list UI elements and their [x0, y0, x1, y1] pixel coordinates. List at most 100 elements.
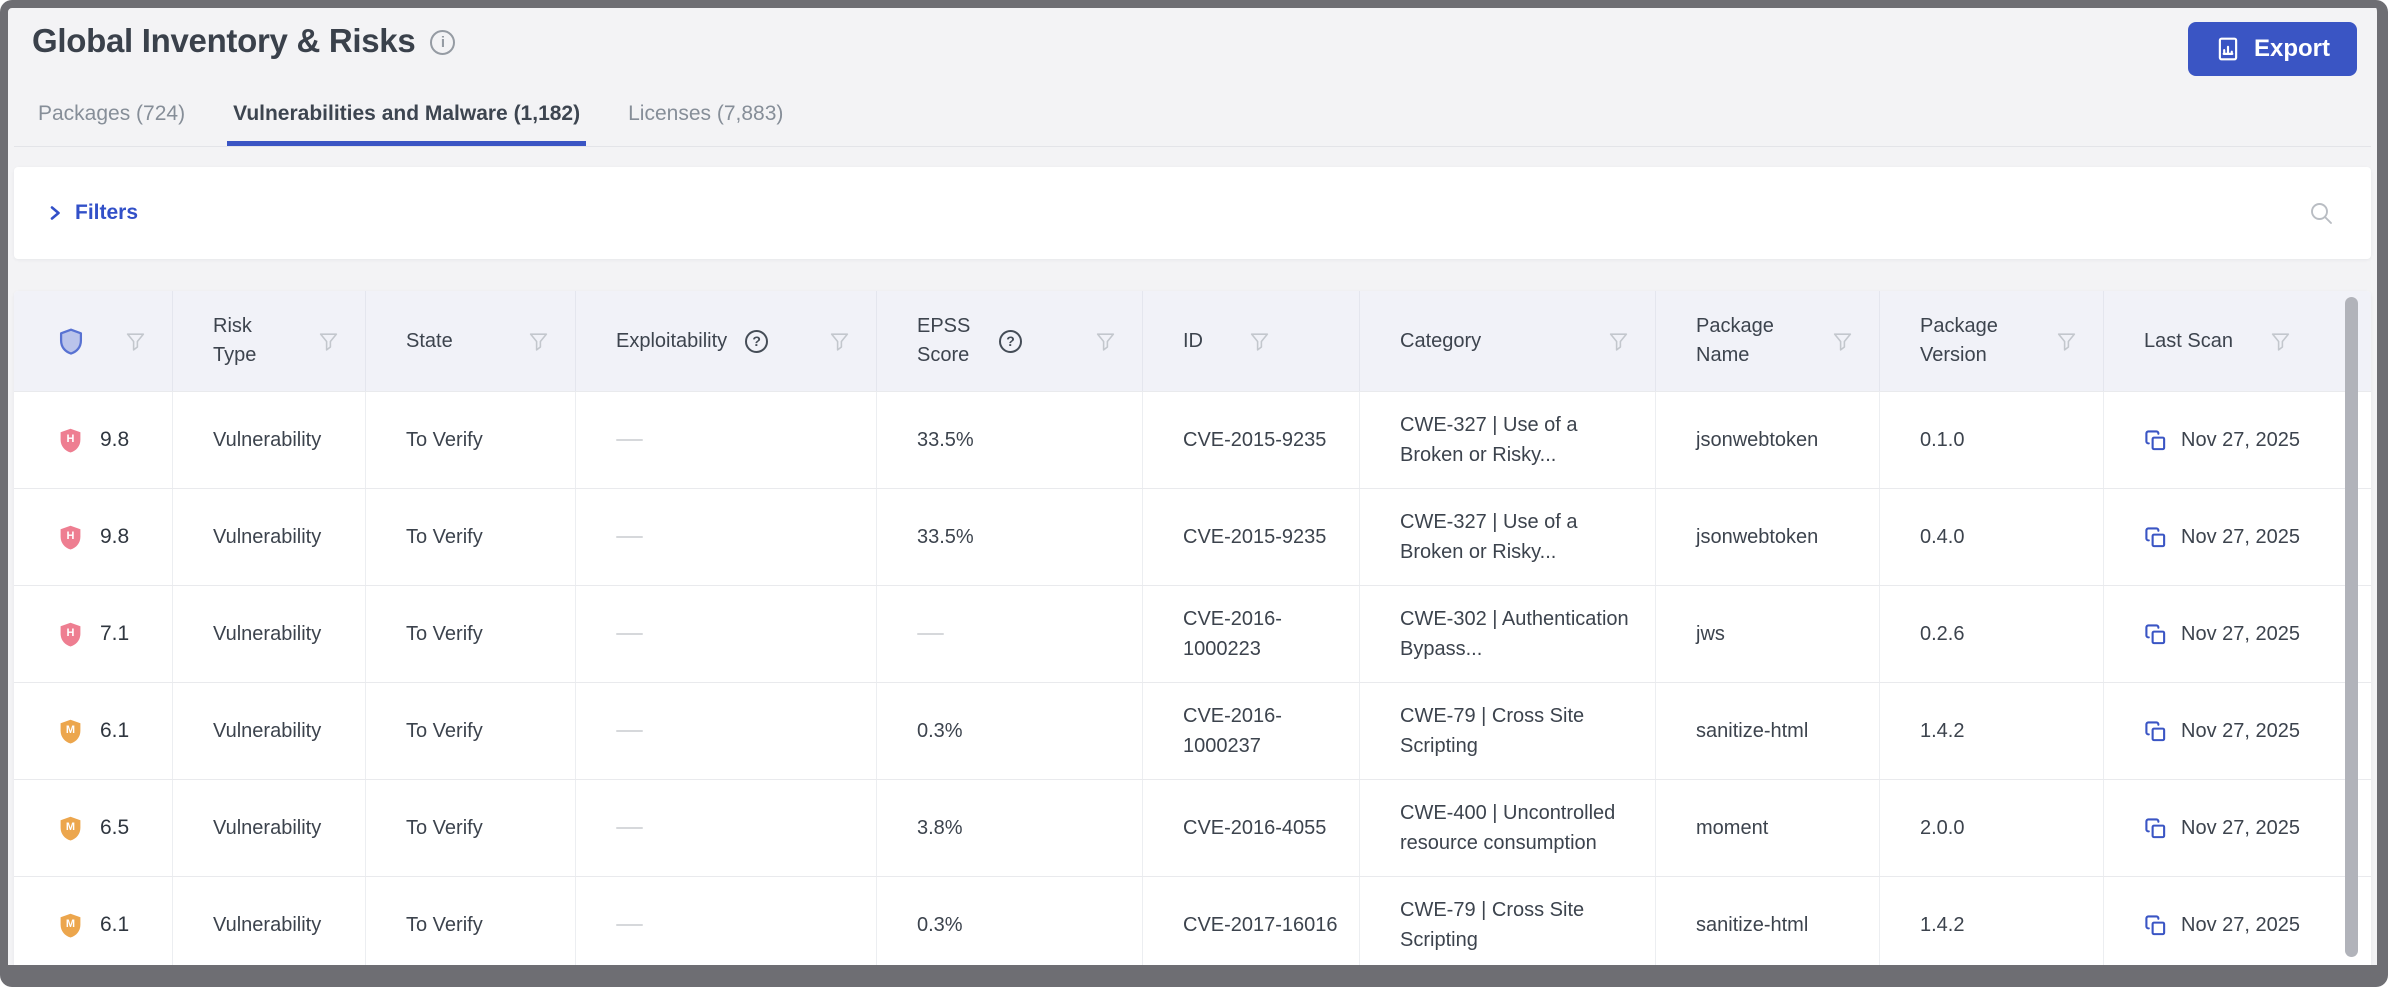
page-content: Global Inventory & Risks Export Packages…: [8, 8, 2377, 965]
risk-type-cell: Vulnerability: [172, 489, 365, 585]
package-name-cell: moment: [1655, 780, 1879, 876]
risk-type-cell: Vulnerability: [172, 780, 365, 876]
copy-icon[interactable]: [2144, 817, 2167, 840]
copy-icon[interactable]: [2144, 720, 2167, 743]
cve-id-cell: CVE-2017-16016: [1142, 877, 1359, 965]
chevron-right-icon: [50, 206, 60, 220]
search-icon[interactable]: [2307, 199, 2335, 227]
severity-cell: H 9.8: [14, 489, 172, 585]
category-cell: CWE-302 | Authentication Bypass...: [1359, 586, 1655, 682]
package-name-cell: jsonwebtoken: [1655, 489, 1879, 585]
package-version-cell: 0.1.0: [1879, 392, 2103, 488]
tab-vulnerabilities-and-malware[interactable]: Vulnerabilities and Malware (1,182): [227, 92, 587, 146]
package-version-cell: 2.0.0: [1879, 780, 2103, 876]
severity-cell: M 6.1: [14, 683, 172, 779]
epss-score-cell: 33.5%: [876, 392, 1142, 488]
state-cell: To Verify: [365, 683, 575, 779]
filter-icon[interactable]: [528, 331, 549, 352]
column-header-epss-score[interactable]: EPSS Score: [876, 291, 1142, 391]
filter-icon[interactable]: [125, 331, 146, 352]
filters-label: Filters: [75, 201, 139, 224]
column-header-risk-type[interactable]: Risk Type: [172, 291, 365, 391]
epss-score-cell: 33.5%: [876, 489, 1142, 585]
table-row[interactable]: H 9.8 Vulnerability To Verify — 33.5% CV…: [14, 391, 2371, 488]
title-wrap: Global Inventory & Risks: [32, 22, 456, 60]
severity-high-shield-icon: H: [58, 524, 83, 551]
severity-cell: H 9.8: [14, 392, 172, 488]
severity-high-shield-icon: H: [58, 621, 83, 648]
help-icon[interactable]: [745, 329, 769, 353]
table-row[interactable]: H 7.1 Vulnerability To Verify — — CVE-20…: [14, 585, 2371, 682]
info-icon[interactable]: [430, 30, 456, 55]
cve-id-cell: CVE-2015-9235: [1142, 489, 1359, 585]
column-header-id[interactable]: ID: [1142, 291, 1359, 391]
severity-cell: H 7.1: [14, 586, 172, 682]
category-cell: CWE-79 | Cross Site Scripting: [1359, 877, 1655, 965]
category-cell: CWE-327 | Use of a Broken or Risky...: [1359, 392, 1655, 488]
category-cell: CWE-400 | Uncontrolled resource consumpt…: [1359, 780, 1655, 876]
last-scan-cell: Nov 27, 2025: [2103, 683, 2371, 779]
column-header-package-version[interactable]: Package Version: [1879, 291, 2103, 391]
package-name-cell: jws: [1655, 586, 1879, 682]
package-version-cell: 1.4.2: [1879, 877, 2103, 965]
filter-icon[interactable]: [2056, 331, 2077, 352]
package-version-cell: 0.4.0: [1879, 489, 2103, 585]
severity-medium-shield-icon: M: [58, 815, 83, 842]
column-header-state[interactable]: State: [365, 291, 575, 391]
severity-high-shield-icon: H: [58, 427, 83, 454]
filter-icon[interactable]: [1249, 331, 1270, 352]
state-cell: To Verify: [365, 489, 575, 585]
severity-score: 6.1: [100, 719, 130, 742]
filter-icon[interactable]: [1608, 331, 1629, 352]
epss-score-cell: —: [876, 586, 1142, 682]
last-scan-cell: Nov 27, 2025: [2103, 877, 2371, 965]
export-report-icon: [2218, 37, 2238, 61]
filter-icon[interactable]: [2270, 331, 2291, 352]
risk-type-cell: Vulnerability: [172, 392, 365, 488]
table-scrollbar[interactable]: [2345, 297, 2358, 957]
column-header-category[interactable]: Category: [1359, 291, 1655, 391]
severity-score: 6.1: [100, 913, 130, 936]
severity-cell: M 6.5: [14, 780, 172, 876]
severity-score: 9.8: [100, 428, 130, 451]
last-scan-cell: Nov 27, 2025: [2103, 489, 2371, 585]
exploitability-cell: —: [575, 586, 876, 682]
app-window: Global Inventory & Risks Export Packages…: [0, 0, 2388, 987]
page-header: Global Inventory & Risks Export: [14, 8, 2371, 76]
filter-icon[interactable]: [1095, 331, 1116, 352]
copy-icon[interactable]: [2144, 623, 2167, 646]
package-version-cell: 0.2.6: [1879, 586, 2103, 682]
severity-score: 6.5: [100, 816, 130, 839]
column-header-exploitability[interactable]: Exploitability: [575, 291, 876, 391]
table-row[interactable]: M 6.5 Vulnerability To Verify — 3.8% CVE…: [14, 779, 2371, 876]
exploitability-cell: —: [575, 877, 876, 965]
filter-icon[interactable]: [829, 331, 850, 352]
severity-cell: M 6.1: [14, 877, 172, 965]
filter-icon[interactable]: [318, 331, 339, 352]
table-row[interactable]: M 6.1 Vulnerability To Verify — 0.3% CVE…: [14, 682, 2371, 779]
table-row[interactable]: H 9.8 Vulnerability To Verify — 33.5% CV…: [14, 488, 2371, 585]
copy-icon[interactable]: [2144, 429, 2167, 452]
risk-type-cell: Vulnerability: [172, 586, 365, 682]
tab-packages[interactable]: Packages (724): [32, 92, 191, 146]
table-row[interactable]: M 6.1 Vulnerability To Verify — 0.3% CVE…: [14, 876, 2371, 965]
tab-licenses[interactable]: Licenses (7,883): [622, 92, 789, 146]
package-version-cell: 1.4.2: [1879, 683, 2103, 779]
exploitability-cell: —: [575, 392, 876, 488]
severity-score: 7.1: [100, 622, 130, 645]
filter-icon[interactable]: [1832, 331, 1853, 352]
export-button[interactable]: Export: [2187, 22, 2357, 76]
severity-medium-shield-icon: M: [58, 912, 83, 939]
copy-icon[interactable]: [2144, 914, 2167, 937]
page-title: Global Inventory & Risks: [32, 22, 416, 59]
column-header-package-name[interactable]: Package Name: [1655, 291, 1879, 391]
filters-toggle[interactable]: Filters: [46, 201, 138, 225]
cve-id-cell: CVE-2016-1000237: [1142, 683, 1359, 779]
epss-score-cell: 0.3%: [876, 877, 1142, 965]
column-header-last-scan[interactable]: Last Scan: [2103, 291, 2371, 391]
column-header-severity[interactable]: [14, 291, 172, 391]
copy-icon[interactable]: [2144, 526, 2167, 549]
cve-id-cell: CVE-2016-1000223: [1142, 586, 1359, 682]
export-button-label: Export: [2253, 35, 2330, 62]
help-icon[interactable]: [999, 329, 1022, 353]
